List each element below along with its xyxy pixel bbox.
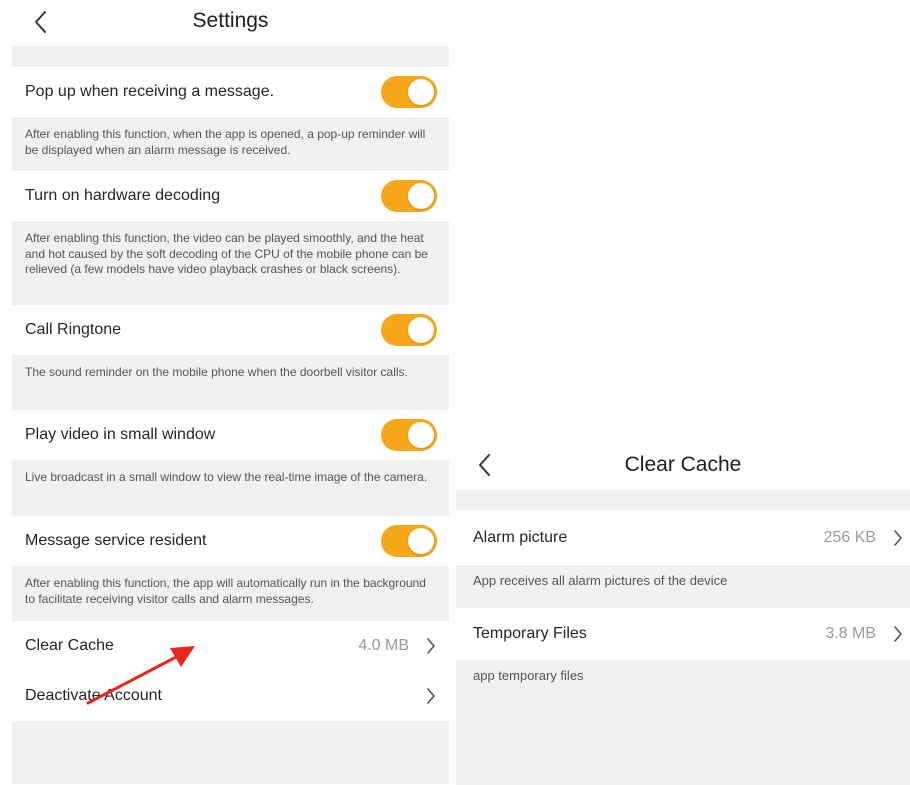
chevron-right-icon xyxy=(425,687,437,705)
setting-row-message-service: Message service resident xyxy=(12,516,449,566)
page-title: Settings xyxy=(192,9,269,32)
chevron-right-icon xyxy=(892,529,904,547)
setting-description: Live broadcast in a small window to view… xyxy=(12,460,449,516)
setting-row-small-window: Play video in small window xyxy=(12,410,449,460)
toggle-knob xyxy=(408,422,434,448)
deactivate-account-label: Deactivate Account xyxy=(25,687,162,704)
chevron-right-icon xyxy=(425,637,437,655)
call-ringtone-toggle[interactable] xyxy=(381,314,437,346)
setting-label: Turn on hardware decoding xyxy=(25,187,221,204)
item-description: App receives all alarm pictures of the d… xyxy=(456,565,910,608)
setting-description: The sound reminder on the mobile phone w… xyxy=(12,355,449,410)
chevron-right-icon xyxy=(892,625,904,643)
clear-cache-row[interactable]: Clear Cache 4.0 MB xyxy=(12,621,449,671)
setting-description: After enabling this function, when the a… xyxy=(12,117,449,171)
deactivate-account-row[interactable]: Deactivate Account xyxy=(12,671,449,721)
cache-size-value: 4.0 MB xyxy=(358,637,409,654)
section-divider xyxy=(12,46,449,67)
temporary-files-row[interactable]: Temporary Files 3.8 MB xyxy=(456,608,910,660)
setting-row-call-ringtone: Call Ringtone xyxy=(12,305,449,355)
setting-row-popup: Pop up when receiving a message. xyxy=(12,67,449,117)
toggle-knob xyxy=(408,317,434,343)
setting-description: After enabling this function, the video … xyxy=(12,221,449,305)
alarm-picture-size: 256 KB xyxy=(823,528,876,546)
setting-label: Call Ringtone xyxy=(25,321,122,338)
clear-cache-label: Clear Cache xyxy=(25,637,114,654)
alarm-picture-label: Alarm picture xyxy=(473,528,568,546)
bottom-filler xyxy=(12,721,449,784)
toggle-knob xyxy=(408,528,434,554)
alarm-picture-row[interactable]: Alarm picture 256 KB xyxy=(456,510,910,565)
settings-header: Settings xyxy=(12,0,449,46)
setting-label: Play video in small window xyxy=(25,426,216,443)
popup-toggle[interactable] xyxy=(381,76,437,108)
page-title: Clear Cache xyxy=(624,453,742,476)
hardware-decoding-toggle[interactable] xyxy=(381,180,437,212)
setting-label: Message service resident xyxy=(25,532,207,549)
small-window-toggle[interactable] xyxy=(381,419,437,451)
item-description: app temporary files xyxy=(456,660,910,785)
setting-description: After enabling this function, the app wi… xyxy=(12,566,449,621)
message-service-toggle[interactable] xyxy=(381,525,437,557)
settings-screen: Settings Pop up when receiving a message… xyxy=(12,0,449,785)
toggle-knob xyxy=(408,79,434,105)
setting-row-hardware-decoding: Turn on hardware decoding xyxy=(12,171,449,221)
toggle-knob xyxy=(408,183,434,209)
setting-label: Pop up when receiving a message. xyxy=(25,83,275,100)
temporary-files-label: Temporary Files xyxy=(473,625,587,642)
clear-cache-screen: Clear Cache Alarm picture 256 KB App rec… xyxy=(456,438,910,785)
temporary-files-size: 3.8 MB xyxy=(825,625,876,642)
section-divider xyxy=(456,490,910,510)
clear-cache-header: Clear Cache xyxy=(456,438,910,490)
